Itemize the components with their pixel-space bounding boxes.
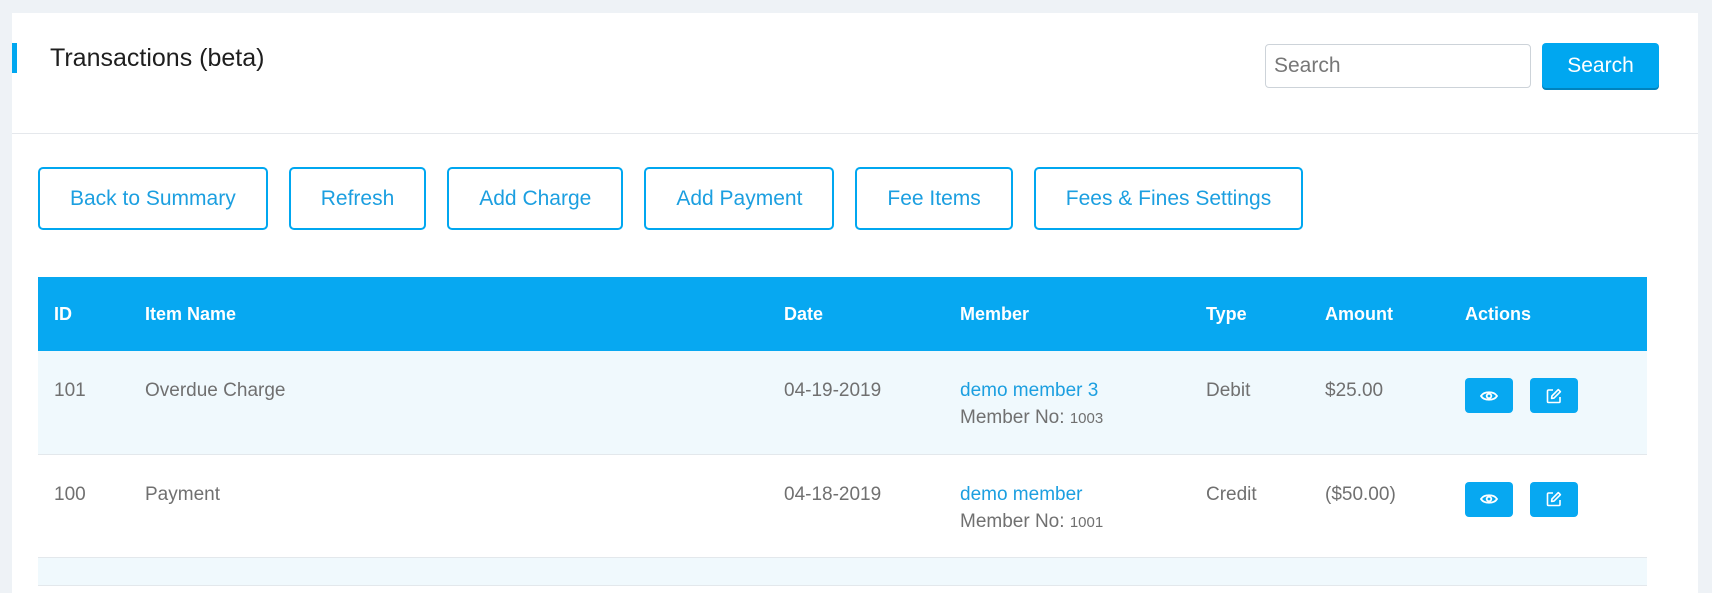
table-header-row: ID Item Name Date Member Type Amount Act… bbox=[38, 277, 1647, 351]
cell-id: 101 bbox=[54, 380, 86, 401]
cell-actions bbox=[1449, 454, 1647, 557]
member-link[interactable]: demo member bbox=[960, 482, 1190, 508]
column-header-amount[interactable]: Amount bbox=[1309, 277, 1449, 351]
edit-icon bbox=[1546, 491, 1562, 507]
eye-icon bbox=[1480, 494, 1498, 504]
fee-items-button[interactable]: Fee Items bbox=[855, 167, 1013, 230]
edit-button[interactable] bbox=[1530, 378, 1579, 413]
eye-icon bbox=[1480, 390, 1498, 401]
cell-member: demo member 3 Member No: 1003 bbox=[944, 351, 1190, 454]
title-accent-bar bbox=[12, 43, 17, 73]
cell-date: 04-18-2019 bbox=[784, 483, 882, 505]
add-payment-button[interactable]: Add Payment bbox=[644, 167, 835, 230]
search-button[interactable]: Search bbox=[1542, 43, 1659, 88]
cell-type: Debit bbox=[1206, 380, 1251, 401]
transactions-table: ID Item Name Date Member Type Amount Act… bbox=[38, 277, 1647, 586]
member-number: Member No: 1003 bbox=[960, 407, 1104, 428]
page-title: Transactions (beta) bbox=[50, 44, 265, 72]
table-row: 100 Payment 04-18-2019 demo member Membe… bbox=[38, 454, 1647, 557]
view-button[interactable] bbox=[1465, 481, 1513, 517]
member-link[interactable]: demo member 3 bbox=[960, 378, 1190, 404]
column-header-type[interactable]: Type bbox=[1190, 277, 1309, 351]
search-input[interactable] bbox=[1265, 44, 1531, 88]
member-number: Member No: 1001 bbox=[960, 510, 1104, 532]
cell-actions bbox=[1449, 351, 1647, 454]
back-to-summary-button[interactable]: Back to Summary bbox=[38, 167, 268, 230]
panel-header: Transactions (beta) Search bbox=[12, 13, 1698, 134]
refresh-button[interactable]: Refresh bbox=[288, 167, 427, 230]
partial-row-cell bbox=[38, 557, 1647, 585]
column-header-date[interactable]: Date bbox=[768, 277, 944, 351]
edit-icon bbox=[1546, 388, 1562, 403]
table-row-partial bbox=[38, 557, 1647, 585]
table-row: 101 Overdue Charge 04-19-2019 demo membe… bbox=[38, 351, 1647, 454]
column-header-member[interactable]: Member bbox=[944, 277, 1190, 351]
toolbar: Back to Summary Refresh Add Charge Add P… bbox=[38, 167, 1304, 230]
column-header-id[interactable]: ID bbox=[38, 277, 129, 351]
cell-item-name: Payment bbox=[145, 483, 220, 505]
view-button[interactable] bbox=[1465, 378, 1513, 413]
fees-fines-settings-button[interactable]: Fees & Fines Settings bbox=[1033, 167, 1304, 230]
cell-item-name: Overdue Charge bbox=[145, 380, 286, 401]
cell-amount: $25.00 bbox=[1325, 380, 1384, 401]
add-charge-button[interactable]: Add Charge bbox=[447, 167, 624, 230]
cell-member: demo member Member No: 1001 bbox=[944, 454, 1190, 557]
cell-date: 04-19-2019 bbox=[784, 380, 882, 401]
cell-type: Credit bbox=[1206, 483, 1257, 505]
edit-button[interactable] bbox=[1530, 481, 1579, 517]
column-header-actions: Actions bbox=[1465, 303, 1532, 324]
column-header-item-name[interactable]: Item Name bbox=[129, 277, 768, 351]
cell-amount: ($50.00) bbox=[1325, 483, 1396, 505]
cell-id: 100 bbox=[54, 483, 86, 505]
